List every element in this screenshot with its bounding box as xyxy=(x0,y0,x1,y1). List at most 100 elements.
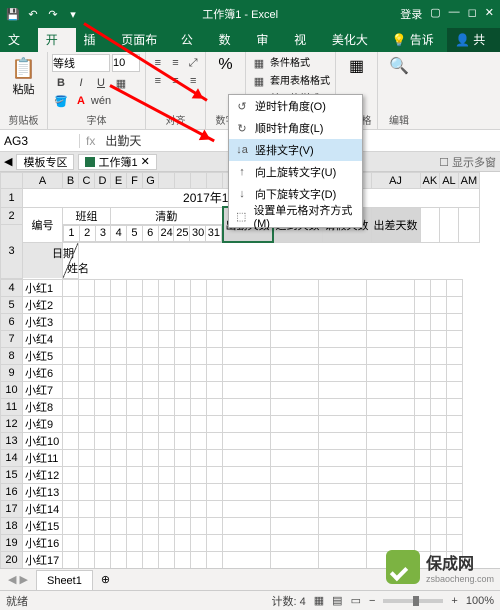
row-header[interactable]: 14 xyxy=(1,449,23,466)
cells-button[interactable]: ▦ xyxy=(340,54,373,78)
cell-name[interactable]: 小红15 xyxy=(23,517,63,534)
cell-name[interactable]: 小红5 xyxy=(23,347,63,364)
login-button[interactable]: 登录 xyxy=(400,6,422,22)
ribbon-options-icon[interactable]: ▢ xyxy=(430,6,440,22)
header-num[interactable]: 编号 xyxy=(23,207,63,242)
name-box[interactable]: AG3 xyxy=(0,134,80,148)
header-aj[interactable]: 出差天数 xyxy=(371,207,420,242)
menu-cw[interactable]: ↻顺时针角度(L) xyxy=(229,117,362,139)
wb-tab-templates[interactable]: 模板专区 xyxy=(16,154,74,170)
underline-button[interactable]: U xyxy=(92,74,110,92)
fx-icon[interactable]: fx xyxy=(80,134,101,148)
col-header[interactable] xyxy=(207,173,223,189)
minimize-icon[interactable]: — xyxy=(449,6,460,22)
col-header[interactable]: B xyxy=(63,173,79,189)
row-header[interactable]: 9 xyxy=(1,364,23,381)
row-header[interactable]: 15 xyxy=(1,466,23,483)
wb-nav-left[interactable]: ◀ xyxy=(4,155,12,168)
cell-name[interactable]: 小红9 xyxy=(23,415,63,432)
row-header[interactable]: 12 xyxy=(1,415,23,432)
cell-name[interactable]: 小红14 xyxy=(23,500,63,517)
cell-name[interactable]: 小红7 xyxy=(23,381,63,398)
undo-icon[interactable]: ↶ xyxy=(26,7,40,21)
row-header[interactable]: 7 xyxy=(1,330,23,347)
col-header[interactable] xyxy=(175,173,191,189)
menu-rotate-up[interactable]: ↑向上旋转文字(U) xyxy=(229,161,362,183)
tab-formulas[interactable]: 公式 xyxy=(173,28,211,52)
font-color-button[interactable]: A xyxy=(72,92,90,110)
share-button[interactable]: 👤 共享 xyxy=(447,28,500,52)
cell-name[interactable]: 小红11 xyxy=(23,449,63,466)
paste-button[interactable]: 📋 粘贴 xyxy=(4,54,43,99)
zoom-level[interactable]: 100% xyxy=(466,595,494,607)
zoom-out[interactable]: − xyxy=(369,595,375,607)
tab-view[interactable]: 视图 xyxy=(286,28,324,52)
row-header[interactable]: 8 xyxy=(1,347,23,364)
tab-file[interactable]: 文件 xyxy=(0,28,38,52)
row-header[interactable]: 19 xyxy=(1,534,23,551)
row-header[interactable]: 18 xyxy=(1,517,23,534)
col-header[interactable]: AJ xyxy=(371,173,420,189)
row-header[interactable]: 6 xyxy=(1,313,23,330)
cell-name[interactable]: 小红4 xyxy=(23,330,63,347)
cond-format-button[interactable]: ▦条件格式 xyxy=(250,54,331,72)
tab-data[interactable]: 数据 xyxy=(211,28,249,52)
menu-ccw[interactable]: ↺逆时针角度(O) xyxy=(229,95,362,117)
cell-name[interactable]: 小红1 xyxy=(23,279,63,296)
row-header[interactable]: 3 xyxy=(1,224,23,278)
view-normal-icon[interactable]: ▦ xyxy=(314,594,324,607)
select-all-corner[interactable] xyxy=(1,173,23,189)
row-header[interactable]: 13 xyxy=(1,432,23,449)
row-header[interactable]: 4 xyxy=(1,279,23,296)
orientation-button[interactable]: ⤢ xyxy=(185,54,201,72)
header-attend[interactable]: 清勤 xyxy=(111,207,223,224)
cell-name[interactable]: 小红13 xyxy=(23,483,63,500)
col-header[interactable]: AM xyxy=(458,173,480,189)
close-icon[interactable]: ✕ xyxy=(485,6,494,22)
menu-format-align[interactable]: ⬚设置单元格对齐方式(M) xyxy=(229,205,362,227)
cell-name[interactable]: 小红3 xyxy=(23,313,63,330)
header-group[interactable]: 班组 xyxy=(63,207,111,224)
wb-tab-workbook1[interactable]: 工作簿1 ✕ xyxy=(78,154,156,170)
col-header[interactable]: AL xyxy=(440,173,458,189)
view-break-icon[interactable]: ▭ xyxy=(351,594,361,607)
bold-button[interactable]: B xyxy=(52,74,70,92)
view-layout-icon[interactable]: ▤ xyxy=(332,594,342,607)
fill-color-button[interactable]: 🪣 xyxy=(52,92,70,110)
number-format-button[interactable]: % xyxy=(210,54,241,76)
tab-home[interactable]: 开始 xyxy=(38,28,76,52)
col-header[interactable]: F xyxy=(127,173,143,189)
col-header[interactable]: D xyxy=(95,173,111,189)
row-header[interactable]: 10 xyxy=(1,381,23,398)
tab-review[interactable]: 审阅 xyxy=(248,28,286,52)
row-header[interactable]: 1 xyxy=(1,189,23,208)
multi-window-option[interactable]: ☐ 显示多窗 xyxy=(439,154,496,170)
diag-header[interactable]: 日期 姓名 xyxy=(63,242,79,278)
italic-button[interactable]: I xyxy=(72,74,90,92)
cell-name[interactable]: 小红17 xyxy=(23,551,63,568)
menu-vertical-text[interactable]: ↓a竖排文字(V) xyxy=(229,139,362,161)
editing-button[interactable]: 🔍 xyxy=(382,54,416,78)
col-header[interactable]: C xyxy=(79,173,95,189)
redo-icon[interactable]: ↷ xyxy=(46,7,60,21)
row-header[interactable]: 17 xyxy=(1,500,23,517)
col-header[interactable]: G xyxy=(143,173,159,189)
new-sheet-button[interactable]: ⊕ xyxy=(93,573,118,586)
worksheet-grid[interactable]: A B C D E F G AG AH AI AJ AK AL AM 1 201… xyxy=(0,172,500,568)
align-mid-button[interactable]: ≡ xyxy=(168,54,184,72)
maximize-icon[interactable]: ◻ xyxy=(468,6,477,22)
col-header[interactable]: A xyxy=(23,173,63,189)
col-header[interactable] xyxy=(159,173,175,189)
cell-name[interactable]: 小红16 xyxy=(23,534,63,551)
tab-beautify[interactable]: 美化大师 xyxy=(324,28,384,52)
col-header[interactable]: E xyxy=(111,173,127,189)
row-header[interactable]: 2 xyxy=(1,207,23,224)
sheet-tab[interactable]: Sheet1 xyxy=(36,570,93,590)
cell-name[interactable]: 小红12 xyxy=(23,466,63,483)
font-name-input[interactable] xyxy=(52,54,110,72)
zoom-in[interactable]: + xyxy=(451,595,457,607)
qat-more-icon[interactable]: ▾ xyxy=(66,7,80,21)
table-format-button[interactable]: ▦套用表格格式 xyxy=(250,72,331,90)
cell-name[interactable]: 小红6 xyxy=(23,364,63,381)
save-icon[interactable]: 💾 xyxy=(6,7,20,21)
